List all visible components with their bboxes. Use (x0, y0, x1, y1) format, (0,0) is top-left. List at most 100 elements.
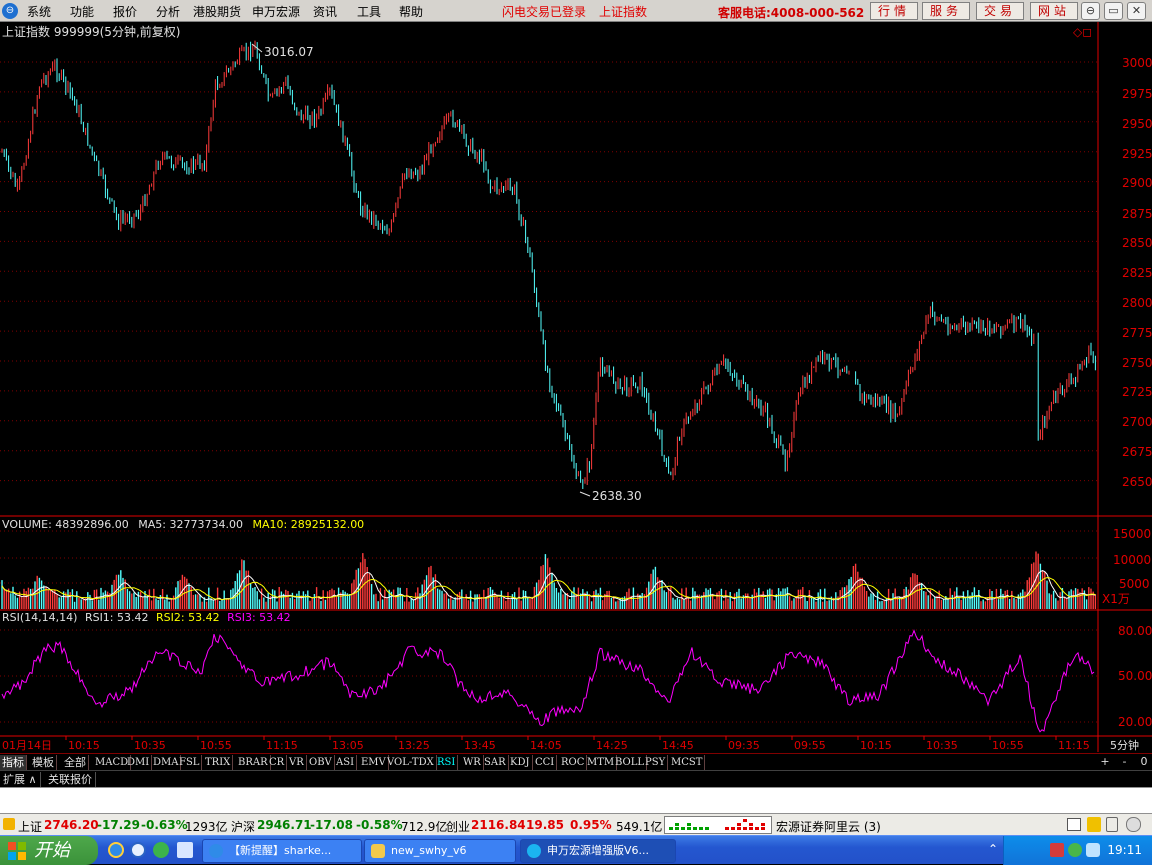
app-logo-icon[interactable]: ⊖ (2, 3, 18, 19)
sh-change: -17.29 (97, 818, 140, 832)
tab-indicator[interactable]: 指标 (0, 755, 27, 770)
login-notice[interactable]: 闪电交易已登录 (502, 3, 586, 20)
task-trading-app[interactable]: 申万宏源增强版V6... (520, 839, 676, 863)
menu-quote[interactable]: 报价 (113, 3, 137, 20)
price-tick: 2675 (1122, 445, 1152, 459)
rsi-tick: 80.00 (1118, 624, 1152, 638)
minimize-icon[interactable]: ⊖ (1081, 2, 1100, 20)
green-app-icon[interactable] (153, 842, 169, 858)
menu-tools[interactable]: 工具 (357, 3, 381, 20)
signal-icon[interactable] (1106, 817, 1118, 832)
tab-cr[interactable]: CR (267, 755, 288, 770)
menu-system[interactable]: 系统 (27, 3, 51, 20)
market-button[interactable]: 行情 (870, 2, 918, 20)
tab-kdj[interactable]: KDJ (508, 755, 533, 770)
website-button[interactable]: 网站 (1030, 2, 1078, 20)
related-quote-tab[interactable]: 关联报价 (45, 772, 96, 787)
tab-all[interactable]: 全部 (62, 755, 89, 770)
tray-play-icon[interactable] (1068, 843, 1082, 857)
tab-asi[interactable]: ASI (334, 755, 358, 770)
tab-vr[interactable]: VR (287, 755, 307, 770)
browser-icon[interactable] (130, 842, 146, 858)
hs-pct: -0.58% (356, 818, 403, 832)
rsi-header: RSI(14,14,14) RSI1: 53.42 RSI2: 53.42 RS… (2, 611, 291, 624)
time-label: 13:45 (464, 739, 496, 752)
period-label[interactable]: 5分钟 (1110, 738, 1139, 752)
price-axis: 3000 2975 2950 2925 2900 2875 2850 2825 … (1122, 56, 1152, 489)
index-notice[interactable]: 上证指数 (599, 3, 647, 20)
kline-chart[interactable]: 上证指数 999999(5分钟,前复权) ◇◻ 3016.07 2638.30 … (0, 22, 1152, 752)
rsi-tick: 20.00 (1118, 715, 1152, 729)
tab-cci[interactable]: CCI (533, 755, 558, 770)
start-label: 开始 (34, 840, 70, 861)
low-label: 2638.30 (592, 489, 642, 503)
trade-button[interactable]: 交易 (976, 2, 1024, 20)
tab-obv[interactable]: OBV (307, 755, 335, 770)
tab-reset-button[interactable]: 0 (1136, 755, 1152, 768)
menu-analysis[interactable]: 分析 (156, 3, 180, 20)
tab-vol-tdx[interactable]: VOL-TDX (385, 755, 437, 770)
price-tick: 2900 (1122, 176, 1152, 190)
tray-expand-icon[interactable]: ⌃ (988, 842, 998, 858)
sh-price: 2746.20 (44, 818, 99, 832)
chart-corner-icons[interactable]: ◇◻ (1073, 25, 1092, 39)
task-folder[interactable]: new_swhy_v6 (364, 839, 516, 863)
menu-shenwan[interactable]: 申万宏源 (252, 3, 300, 20)
time-label: 10:55 (992, 739, 1024, 752)
menu-help[interactable]: 帮助 (399, 3, 423, 20)
menu-hk-futures[interactable]: 港股期货 (193, 3, 241, 20)
time-label: 14:05 (530, 739, 562, 752)
desktop-icon[interactable] (177, 842, 193, 858)
cy-name[interactable]: 创业 (446, 818, 470, 835)
tray-app-icon[interactable] (1050, 843, 1064, 857)
menu-news[interactable]: 资讯 (313, 3, 337, 20)
task-browser[interactable]: 【新提醒】sharke... (202, 839, 362, 863)
status-lock-icon[interactable] (3, 818, 15, 830)
hs-name[interactable]: 沪深 (231, 818, 255, 835)
price-tick: 2700 (1122, 415, 1152, 429)
tray-shield-icon[interactable] (1086, 843, 1100, 857)
tab-psy[interactable]: PSY (643, 755, 669, 770)
tab-trix[interactable]: TRIX (203, 755, 234, 770)
tab-brar[interactable]: BRAR (236, 755, 271, 770)
service-button[interactable]: 服务 (922, 2, 970, 20)
tab-fsl[interactable]: FSL (177, 755, 203, 770)
tab-remove-button[interactable]: - (1117, 755, 1133, 768)
tab-template[interactable]: 模板 (30, 755, 57, 770)
tab-boll[interactable]: BOLL (613, 755, 648, 770)
ma10-line (1, 577, 1096, 601)
time-label: 09:35 (728, 739, 760, 752)
task-label: 【新提醒】sharke... (229, 844, 332, 857)
time-label: 01月14日 (2, 739, 52, 752)
price-tick: 2725 (1122, 385, 1152, 399)
tab-sar[interactable]: SAR (482, 755, 509, 770)
tab-add-button[interactable]: + (1097, 755, 1113, 768)
chart-area[interactable]: 上证指数 999999(5分钟,前复权) ◇◻ 3016.07 2638.30 … (0, 22, 1152, 752)
close-icon[interactable]: ✕ (1127, 2, 1146, 20)
menu-function[interactable]: 功能 (70, 3, 94, 20)
broker-server[interactable]: 宏源证券阿里云 (3) (776, 818, 881, 835)
time-label: 14:25 (596, 739, 628, 752)
sh-name[interactable]: 上证 (18, 818, 42, 835)
expand-tab[interactable]: 扩展 ∧ (0, 772, 41, 787)
price-tick: 2975 (1122, 87, 1152, 101)
tab-rsi[interactable]: RSI (435, 755, 459, 770)
start-button[interactable]: 开始 (0, 836, 98, 865)
ie-task-icon (209, 844, 223, 858)
lock-icon[interactable] (1126, 817, 1141, 832)
window-icon[interactable] (1067, 818, 1081, 831)
menu-bar: ⊖ 系统 功能 报价 分析 港股期货 申万宏源 资讯 工具 帮助 闪电交易已登录… (0, 0, 1152, 22)
volume-unit: X1万 (1102, 592, 1130, 606)
restore-icon[interactable]: ▭ (1104, 2, 1123, 20)
tab-dmi[interactable]: DMI (125, 755, 153, 770)
price-tick: 3000 (1122, 56, 1152, 70)
time-label: 11:15 (266, 739, 298, 752)
price-tick: 2925 (1122, 147, 1152, 161)
bell-icon[interactable] (1087, 817, 1101, 832)
tab-wr[interactable]: WR (461, 755, 484, 770)
tab-mcst[interactable]: MCST (669, 755, 706, 770)
tab-roc[interactable]: ROC (559, 755, 588, 770)
time-label: 10:55 (200, 739, 232, 752)
ie-icon[interactable] (108, 842, 124, 858)
time-label: 09:55 (794, 739, 826, 752)
